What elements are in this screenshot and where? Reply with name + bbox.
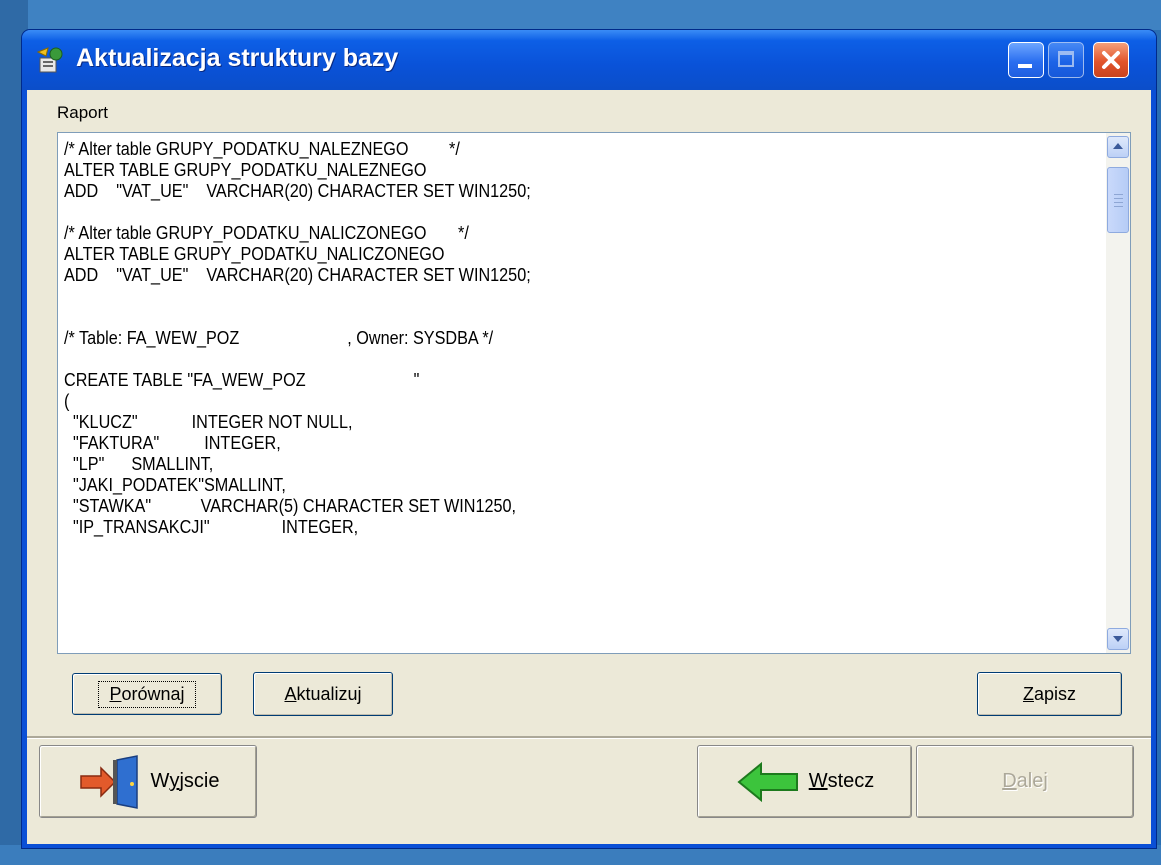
chevron-down-icon [1113, 636, 1123, 642]
save-button[interactable]: Zapisz [977, 672, 1122, 716]
grip-line [1114, 206, 1123, 207]
next-mnemonic: D [1002, 770, 1017, 792]
minimize-icon [1018, 64, 1032, 68]
back-mnemonic: W [808, 770, 828, 792]
exit-mnemonic: y [169, 770, 180, 792]
scroll-up-button[interactable] [1107, 136, 1129, 158]
window-client-area: Raport /* Alter table GRUPY_PODATKU_NALE… [27, 90, 1151, 844]
compare-label-rest: orównaj [121, 683, 185, 704]
exit-door-icon [79, 754, 138, 809]
back-label-rest: stecz [827, 770, 875, 792]
grip-line [1114, 198, 1123, 199]
vertical-scrollbar[interactable] [1106, 133, 1130, 653]
report-content: /* Alter table GRUPY_PODATKU_NALEZNEGO *… [64, 139, 531, 537]
save-label-rest: apisz [1033, 683, 1077, 704]
report-label: Raport [57, 103, 109, 122]
back-button[interactable]: Wstecz [697, 745, 912, 818]
title-bar[interactable]: Aktualizacja struktury bazy [22, 30, 1156, 90]
save-mnemonic: Z [1022, 683, 1034, 704]
compare-button[interactable]: Porównaj [72, 673, 222, 715]
grip-line [1114, 202, 1123, 203]
next-button: Dalej [916, 745, 1134, 818]
grip-line [1114, 194, 1123, 195]
report-textarea[interactable]: /* Alter table GRUPY_PODATKU_NALEZNEGO *… [57, 132, 1131, 654]
minimize-button[interactable] [1008, 42, 1044, 78]
close-button[interactable] [1093, 42, 1129, 78]
next-label-rest: alej [1016, 770, 1048, 792]
update-button[interactable]: Aktualizuj [253, 672, 393, 716]
update-label-rest: ktualizuj [296, 683, 362, 704]
desktop-bottom-strip [0, 845, 1161, 865]
desktop-top-strip [0, 0, 1161, 30]
green-left-arrow-icon [737, 761, 798, 802]
maximize-button[interactable] [1048, 42, 1084, 78]
database-update-icon [36, 47, 63, 73]
exit-label-pre: W [150, 770, 170, 792]
separator-highlight [27, 738, 1151, 739]
exit-button[interactable]: Wy jscie [39, 745, 257, 818]
update-mnemonic: A [284, 683, 297, 704]
compare-mnemonic: P [109, 683, 122, 704]
maximize-icon [1058, 51, 1074, 67]
update-structure-window: Aktualizacja struktury bazy Raport /* Al… [22, 30, 1156, 848]
close-icon [1102, 51, 1120, 69]
scroll-down-button[interactable] [1107, 628, 1129, 650]
window-title: Aktualizacja struktury bazy [76, 44, 399, 72]
focus-rect: Porównaj [98, 680, 196, 708]
chevron-up-icon [1113, 143, 1123, 149]
exit-label-rest: jscie [179, 770, 220, 792]
scroll-thumb[interactable] [1107, 167, 1129, 233]
